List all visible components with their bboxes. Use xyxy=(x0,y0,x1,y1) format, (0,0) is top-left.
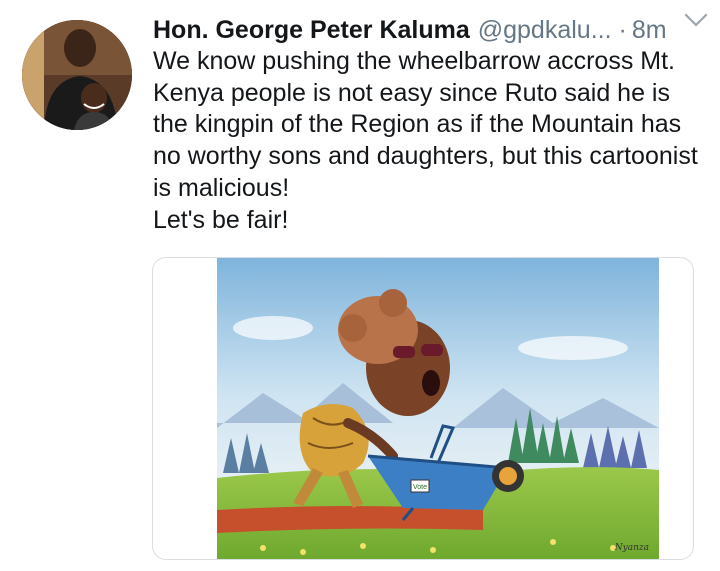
author-handle[interactable]: @gpdkalu... xyxy=(478,16,612,45)
separator-dot: · xyxy=(618,15,627,44)
wheelbarrow-label: Vote xyxy=(413,484,427,491)
avatar-photo xyxy=(22,20,132,130)
tweet-header: Hon. George Peter Kaluma @gpdkalu... · 8… xyxy=(153,10,703,50)
author-name[interactable]: Hon. George Peter Kaluma xyxy=(153,16,470,45)
media-card[interactable]: Vote Nyanza xyxy=(152,257,694,560)
cartoon-image: Vote xyxy=(217,258,659,559)
tweet-text: We know pushing the wheelbarrow accross … xyxy=(153,47,698,234)
chevron-down-icon[interactable] xyxy=(684,13,708,27)
timestamp[interactable]: 8m xyxy=(632,16,667,45)
artist-signature: Nyanza xyxy=(614,543,649,553)
avatar[interactable] xyxy=(22,20,132,130)
